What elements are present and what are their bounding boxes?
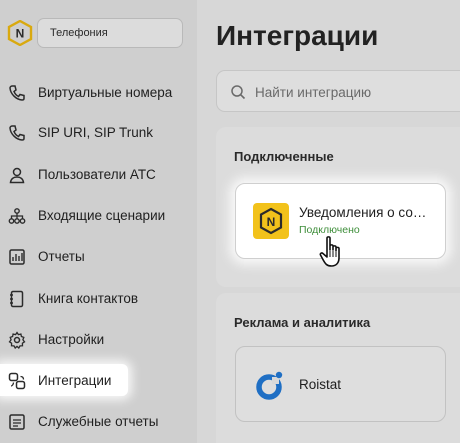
sidebar-item-reports[interactable]: Отчеты bbox=[0, 240, 197, 272]
list-report-icon bbox=[9, 414, 25, 430]
hierarchy-icon bbox=[8, 208, 26, 224]
section-select[interactable]: Телефония bbox=[37, 18, 183, 48]
search-icon bbox=[231, 85, 246, 100]
phone-icon bbox=[9, 125, 25, 141]
sidebar-item-sip[interactable]: SIP URI, SIP Trunk bbox=[0, 116, 197, 148]
user-icon bbox=[9, 167, 25, 184]
sidebar-item-integrations[interactable]: Интеграции bbox=[0, 364, 128, 396]
sidebar-item-label: SIP URI, SIP Trunk bbox=[38, 125, 154, 140]
sidebar-item-contact-book[interactable]: Книга контактов bbox=[0, 282, 197, 314]
sidebar-item-label: Виртуальные номера bbox=[38, 85, 173, 100]
sidebar-item-label: Настройки bbox=[38, 332, 105, 347]
sidebar-item-incoming-scenarios[interactable]: Входящие сценарии bbox=[0, 199, 197, 231]
sidebar: N Телефония Виртуальные номера SIP URI, … bbox=[0, 0, 197, 443]
sidebar-item-label: Служебные отчеты bbox=[38, 414, 159, 429]
svg-text:N: N bbox=[16, 27, 25, 41]
report-chart-icon bbox=[9, 249, 25, 265]
sidebar-item-label: Отчеты bbox=[38, 249, 85, 264]
gear-icon bbox=[8, 331, 26, 349]
section-title: Подключенные bbox=[234, 149, 334, 164]
page-title: Интеграции bbox=[216, 20, 379, 51]
sidebar-item-pbx-users[interactable]: Пользователи АТС bbox=[0, 158, 197, 190]
search-box[interactable] bbox=[216, 70, 460, 112]
section-title: Реклама и аналитика bbox=[234, 315, 371, 330]
sidebar-item-virtual-numbers[interactable]: Виртуальные номера bbox=[0, 76, 197, 108]
sidebar-item-settings[interactable]: Настройки bbox=[0, 323, 197, 355]
phone-icon bbox=[9, 85, 25, 101]
hand-pointer-icon bbox=[319, 236, 340, 267]
svg-text:N: N bbox=[267, 215, 276, 229]
sidebar-item-label: Пользователи АТС bbox=[38, 167, 156, 182]
roistat-icon bbox=[256, 371, 283, 400]
sidebar-item-label: Интеграции bbox=[38, 373, 112, 388]
search-input[interactable] bbox=[255, 83, 460, 101]
sidebar-item-service-reports[interactable]: Служебные отчеты bbox=[0, 405, 197, 437]
integration-name: Roistat bbox=[299, 377, 342, 392]
sidebar-item-label: Входящие сценарии bbox=[38, 208, 166, 223]
integration-card-roistat[interactable]: Roistat bbox=[235, 346, 446, 422]
integration-name: Уведомления о событиях bbox=[299, 205, 434, 220]
sidebar-item-label: Книга контактов bbox=[38, 291, 139, 306]
contact-book-icon bbox=[10, 290, 24, 308]
integrations-icon bbox=[8, 372, 26, 390]
brand-n-hexagon-icon: N bbox=[253, 203, 289, 239]
brand-logo-icon[interactable]: N bbox=[7, 20, 33, 46]
